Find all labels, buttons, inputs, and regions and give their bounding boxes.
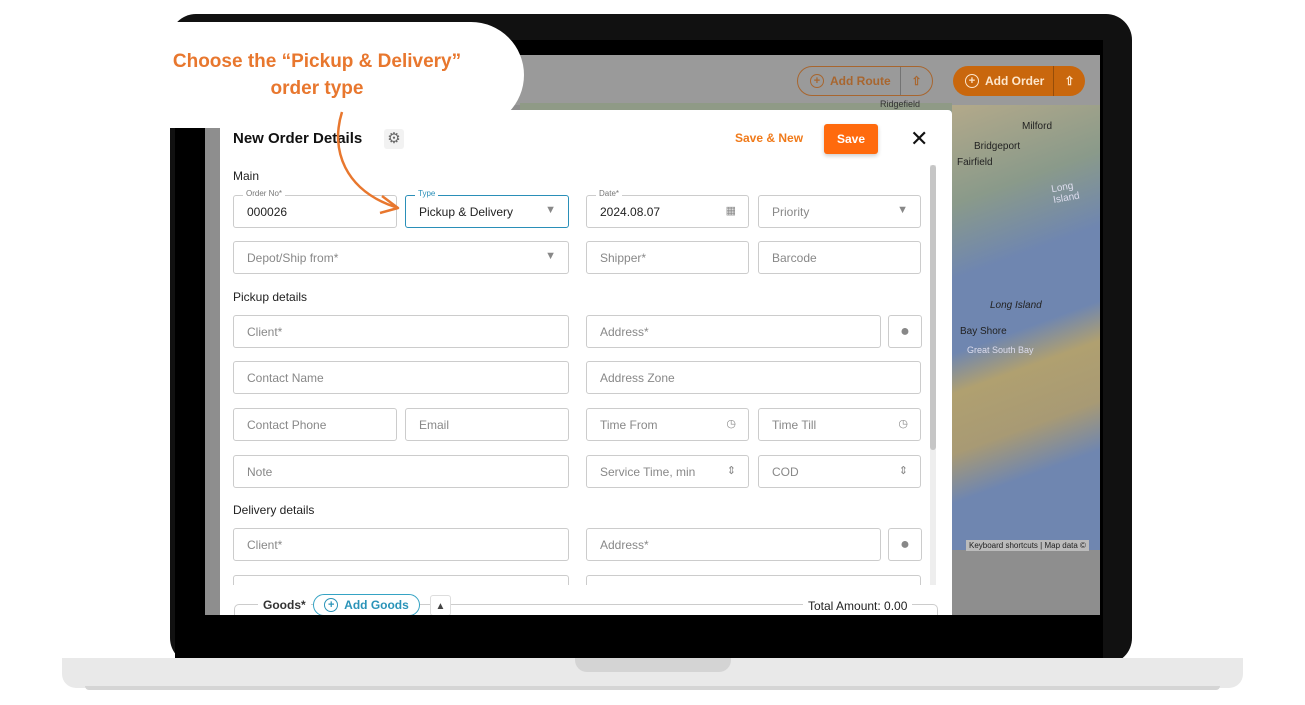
service-time-stepper[interactable]: Service Time, min ⇕ [586,455,749,488]
placeholder: Address Zone [600,370,675,385]
field-value: 000026 [247,204,288,219]
priority-select[interactable]: Priority ▼ [758,195,921,228]
close-icon[interactable]: ✕ [910,126,928,152]
placeholder: Client* [247,537,283,552]
field-label: Date* [596,189,623,198]
keyboard-shortcuts-link[interactable]: Keyboard shortcuts [969,541,1038,550]
plus-circle-icon: + [324,598,339,612]
section-delivery: Delivery details [233,503,315,517]
save-button[interactable]: Save [824,124,878,154]
total-amount: Total Amount: 0.00 [803,599,913,613]
clock-icon[interactable]: ◷ [726,417,736,430]
placeholder: Address* [600,537,649,552]
placeholder: Time From [600,417,658,432]
pickup-address-field[interactable]: Address* [586,315,881,348]
callout-text: Choose the “Pickup & Delivery” order typ… [92,48,542,102]
placeholder: Contact Name [247,370,324,385]
pickup-client-field[interactable]: Client* [233,315,569,348]
field-value: 2024.08.07 [600,204,661,219]
save-and-new-button[interactable]: Save & New [735,131,803,145]
laptop-notch [575,658,731,672]
upload-icon[interactable]: ⇧ [1053,66,1085,96]
email-field[interactable]: Email [405,408,569,441]
barcode-field[interactable]: Barcode [758,241,921,274]
map-label: Long Island [990,300,1042,311]
callout-arrow [336,111,400,215]
date-field[interactable]: Date* 2024.08.07 ▦ [586,189,749,228]
stepper-icon[interactable]: ⇕ [899,464,908,477]
map-pin-icon[interactable]: ● [888,528,922,561]
field-value: Pickup & Delivery [419,204,514,219]
chevron-up-icon[interactable]: ▲ [430,595,451,615]
map-label: Long Island [1050,180,1081,207]
add-goods-button[interactable]: + Add Goods [313,594,420,615]
note-field[interactable]: Note [233,455,569,488]
placeholder: Priority [772,204,810,219]
plus-circle-icon: + [810,74,824,88]
add-route-button[interactable]: + Add Route ⇧ [797,66,933,96]
placeholder: Depot/Ship from* [247,250,339,265]
address-zone-field[interactable]: Address Zone [586,361,921,394]
placeholder: Barcode [772,250,817,265]
callout-line: Choose the “Pickup & Delivery” [172,51,462,72]
add-route-label: Add Route [830,74,891,88]
time-till-field[interactable]: Time Till ◷ [758,408,921,441]
map-label: Great South Bay [967,345,1034,355]
map-label: Milford [1022,121,1053,132]
placeholder: Contact Phone [247,417,327,432]
map-label: Bay Shore [960,326,1007,337]
stepper-icon[interactable]: ⇕ [727,464,736,477]
callout-line: order type [270,78,364,99]
laptop-base-edge [85,686,1220,690]
section-main: Main [233,169,260,183]
map-pin-icon[interactable]: ● [888,315,922,348]
goods-label: Goods* [258,598,311,612]
chevron-down-icon: ▼ [897,204,908,216]
placeholder: Shipper* [600,250,647,265]
map-footer: Keyboard shortcuts | Map data © [966,540,1089,551]
field-label: Type [415,189,439,198]
plus-circle-icon: + [965,74,979,88]
map-label: Ridgefield [880,99,921,109]
placeholder: Address* [600,324,649,339]
field-label: Order No* [243,189,286,198]
shipper-field[interactable]: Shipper* [586,241,749,274]
calendar-icon[interactable]: ▦ [726,204,736,217]
placeholder: Service Time, min [600,464,696,479]
placeholder: Note [247,464,273,479]
chevron-down-icon: ▼ [545,204,556,216]
cod-stepper[interactable]: COD ⇕ [758,455,921,488]
add-goods-label: Add Goods [344,598,409,612]
map-label: Fairfield [957,157,993,168]
map-data-link[interactable]: Map data © [1044,541,1085,550]
time-from-field[interactable]: Time From ◷ [586,408,749,441]
contact-phone-field[interactable]: Contact Phone [233,408,397,441]
placeholder: Client* [247,324,283,339]
map-label: Bridgeport [974,141,1021,152]
type-select[interactable]: Type Pickup & Delivery ▼ [405,189,569,228]
placeholder: Time Till [772,417,817,432]
delivery-address-field[interactable]: Address* [586,528,881,561]
placeholder: COD [772,464,799,479]
section-pickup: Pickup details [233,290,308,304]
map[interactable]: Milford Bridgeport Fairfield Long Island… [952,105,1100,550]
chevron-down-icon: ▼ [545,250,556,262]
contact-name-field[interactable]: Contact Name [233,361,569,394]
placeholder: Email [419,417,450,432]
delivery-client-field[interactable]: Client* [233,528,569,561]
upload-icon[interactable]: ⇧ [900,67,932,95]
clock-icon[interactable]: ◷ [898,417,908,430]
add-order-label: Add Order [985,74,1045,88]
add-order-button[interactable]: + Add Order ⇧ [953,66,1085,96]
depot-select[interactable]: Depot/Ship from* ▼ [233,241,569,274]
scrollbar[interactable] [930,165,936,585]
